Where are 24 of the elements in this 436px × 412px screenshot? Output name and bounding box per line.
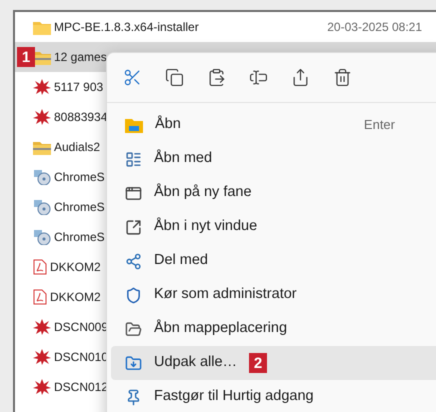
menu-label: Fastgør til Hurtig adgang [154,387,314,406]
shortcut-text: Enter [364,116,395,134]
file-name: 5117 903 [54,79,104,96]
menu-label: Åbn [155,114,181,134]
menu-label: Åbn i nyt vindue [154,216,258,236]
file-name: ChromeS [54,229,105,246]
file-date: 20-03-2025 08:21 [327,19,422,36]
callout-number: 1 [17,47,35,67]
file-name: MPC-BE.1.8.3.x64-installer [54,19,199,36]
file-name: DSCN012 [54,379,108,396]
file-name: ChromeS [54,199,105,216]
file-name: 80883934 [54,109,108,126]
file-name: Audials2 [54,139,100,156]
menu-label: Del med [154,251,208,270]
menu-label: Kør som administrator [154,285,297,304]
file-name: DKKOM2 [50,289,101,306]
menu-label: Åbn mappeplacering [154,318,288,338]
menu-label: Åbn på ny fane [154,182,252,202]
menu-label: Åbn med [154,148,212,168]
file-name: ChromeS [54,169,105,186]
menu-label: Udpak alle… [154,353,238,372]
file-name: DKKOM2 [50,259,101,276]
file-name: 12 games [54,49,107,66]
callout-number: 2 [249,353,268,373]
